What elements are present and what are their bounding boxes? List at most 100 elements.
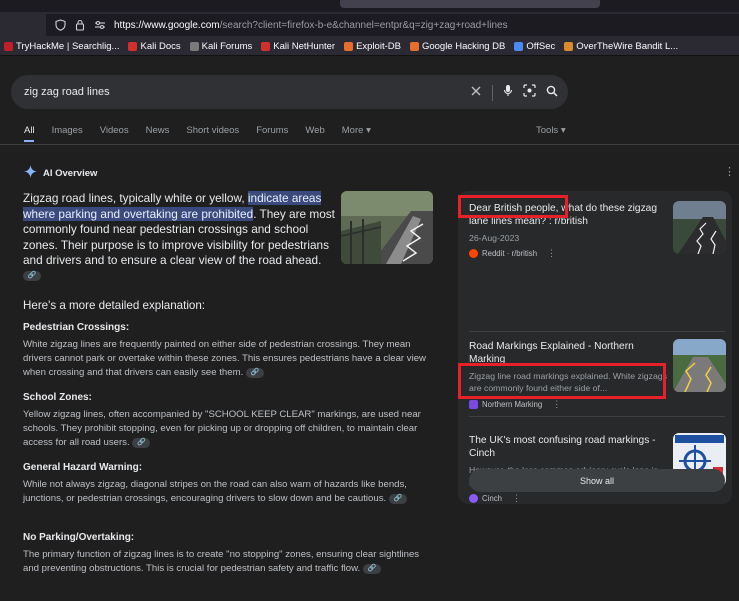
url-path: /search?client=firefox-b-e&channel=entpr… — [219, 19, 508, 31]
sources-panel: Dear British people, what do these zigza… — [458, 191, 732, 504]
bookmark-item[interactable]: Google Hacking DB — [409, 41, 506, 52]
browser-tab-strip — [0, 0, 739, 12]
source-meta: Northern Marking ⋮ — [469, 399, 667, 410]
bookmark-label: Kali Docs — [140, 41, 181, 52]
ghdb-icon — [409, 42, 419, 51]
source-meta: Reddit · r/british ⋮ — [469, 248, 667, 259]
bookmark-item[interactable]: Exploit-DB — [344, 41, 401, 52]
section-text-hazard-body: While not always zigzag, diagonal stripe… — [23, 479, 407, 505]
source-thumbnail-reddit[interactable] — [673, 201, 726, 254]
section-text-school-body: Yellow zigzag lines, often accompanied b… — [23, 409, 421, 449]
more-options-icon[interactable]: ⋮ — [547, 248, 556, 259]
more-options-icon[interactable]: ⋮ — [512, 493, 521, 504]
ai-overview-lead: Zigzag road lines, typically white or ye… — [23, 191, 335, 284]
bookmark-item[interactable]: Kali Forums — [189, 41, 253, 52]
clear-icon[interactable] — [470, 84, 482, 102]
bookmark-label: TryHackMe | Searchlig... — [16, 41, 120, 52]
gemini-sparkle-icon — [24, 165, 37, 181]
reddit-icon — [469, 249, 478, 259]
offsec-icon — [514, 42, 524, 51]
link-icon[interactable]: 🔗 — [362, 563, 381, 574]
search-tabs: All Images Videos News Short videos Foru… — [24, 125, 371, 142]
overview-image[interactable] — [341, 191, 433, 264]
ai-overview-header: AI Overview — [24, 165, 97, 181]
section-text-no-parking-body: The primary function of zigzag lines is … — [23, 549, 420, 575]
active-browser-tab[interactable] — [340, 0, 600, 8]
section-heading-school: School Zones: — [23, 392, 92, 403]
lock-icon[interactable] — [74, 19, 86, 31]
section-text-no-parking: The primary function of zigzag lines is … — [23, 548, 433, 576]
tab-all[interactable]: All — [24, 125, 35, 142]
link-icon[interactable]: 🔗 — [388, 493, 407, 504]
source-title[interactable]: The UK's most confusing road markings - … — [469, 435, 667, 460]
tab-short-videos[interactable]: Short videos — [186, 125, 239, 136]
show-all-button[interactable]: Show all — [469, 469, 725, 492]
exploitdb-icon — [344, 42, 354, 51]
bookmark-item[interactable]: OverTheWire Bandit L... — [564, 41, 678, 52]
microphone-icon[interactable] — [503, 84, 513, 102]
tab-forums[interactable]: Forums — [256, 125, 288, 136]
tab-news[interactable]: News — [146, 125, 170, 136]
otw-icon — [564, 42, 574, 51]
tabs-divider — [0, 144, 739, 145]
more-options-icon[interactable]: ⋮ — [724, 165, 735, 178]
tab-videos[interactable]: Videos — [100, 125, 129, 136]
bookmark-label: OffSec — [526, 41, 556, 52]
bookmark-label: Kali NetHunter — [273, 41, 336, 52]
tab-more[interactable]: More ▾ — [342, 125, 371, 136]
lens-camera-icon[interactable] — [523, 84, 536, 102]
section-heading-no-parking: No Parking/Overtaking: — [23, 532, 135, 543]
tryhackme-icon — [4, 42, 13, 51]
source-divider — [469, 416, 725, 417]
search-box[interactable] — [11, 75, 568, 109]
bookmark-item[interactable]: OffSec — [514, 41, 555, 52]
bookmark-item[interactable]: TryHackMe | Searchlig... — [4, 41, 119, 52]
source-site: Reddit · r/british — [482, 249, 538, 259]
permissions-icon[interactable] — [94, 19, 106, 31]
search-box-divider — [492, 85, 493, 101]
source-date: 26-Aug-2023 — [469, 233, 520, 244]
bookmarks-toolbar: TryHackMe | Searchlig... Kali Docs Kali Fo… — [0, 38, 739, 56]
bookmark-label: OverTheWire Bandit L... — [576, 41, 679, 52]
ai-overview-title: AI Overview — [43, 167, 98, 179]
bookmark-item[interactable]: Kali Docs — [128, 41, 181, 52]
chevron-down-icon: ▾ — [366, 125, 371, 136]
lead-text-start: Zigzag road lines, typically white or ye… — [23, 191, 248, 205]
source-divider — [469, 331, 725, 332]
section-text-school: Yellow zigzag lines, often accompanied b… — [23, 408, 433, 451]
search-input[interactable] — [24, 86, 444, 98]
annotation-box — [458, 363, 666, 399]
tab-images[interactable]: Images — [52, 125, 83, 136]
link-icon[interactable]: 🔗 — [132, 437, 151, 448]
section-text-hazard: While not always zigzag, diagonal stripe… — [23, 478, 433, 506]
detail-intro: Here's a more detailed explanation: — [23, 299, 206, 312]
tab-web[interactable]: Web — [305, 125, 324, 136]
search-results-page: All Images Videos News Short videos Foru… — [0, 57, 739, 601]
bookmark-label: Exploit-DB — [356, 41, 401, 52]
cinch-icon — [469, 494, 478, 504]
bookmark-item[interactable]: Kali NetHunter — [261, 41, 335, 52]
section-text-pedestrian: White zigzag lines are frequently painte… — [23, 338, 433, 381]
search-icon[interactable] — [546, 84, 558, 102]
northern-marking-icon — [469, 400, 478, 410]
chevron-down-icon: ▾ — [560, 125, 566, 136]
section-heading-pedestrian: Pedestrian Crossings: — [23, 322, 130, 333]
tab-more-label: More — [341, 125, 364, 136]
tools-menu[interactable]: Tools ▾ — [536, 125, 566, 136]
annotation-box — [458, 195, 568, 218]
source-meta: Cinch ⋮ — [469, 493, 667, 504]
bookmark-label: Google Hacking DB — [421, 41, 506, 52]
link-icon[interactable]: 🔗 — [23, 271, 41, 282]
shield-icon[interactable] — [54, 19, 66, 31]
more-options-icon[interactable]: ⋮ — [552, 399, 561, 410]
address-bar[interactable]: https://www.google.com/search?client=fir… — [46, 14, 739, 36]
section-heading-hazard: General Hazard Warning: — [23, 462, 143, 473]
link-icon[interactable]: 🔗 — [245, 367, 264, 378]
kali-forums-icon — [189, 42, 199, 51]
bookmark-label: Kali Forums — [201, 41, 253, 52]
url-host: https://www.google.com — [114, 19, 220, 31]
tools-label: Tools — [536, 125, 559, 136]
search-box-actions — [470, 84, 558, 102]
source-thumbnail-northern-marking[interactable] — [673, 339, 726, 392]
url-bar-row: https://www.google.com/search?client=fir… — [0, 12, 739, 38]
